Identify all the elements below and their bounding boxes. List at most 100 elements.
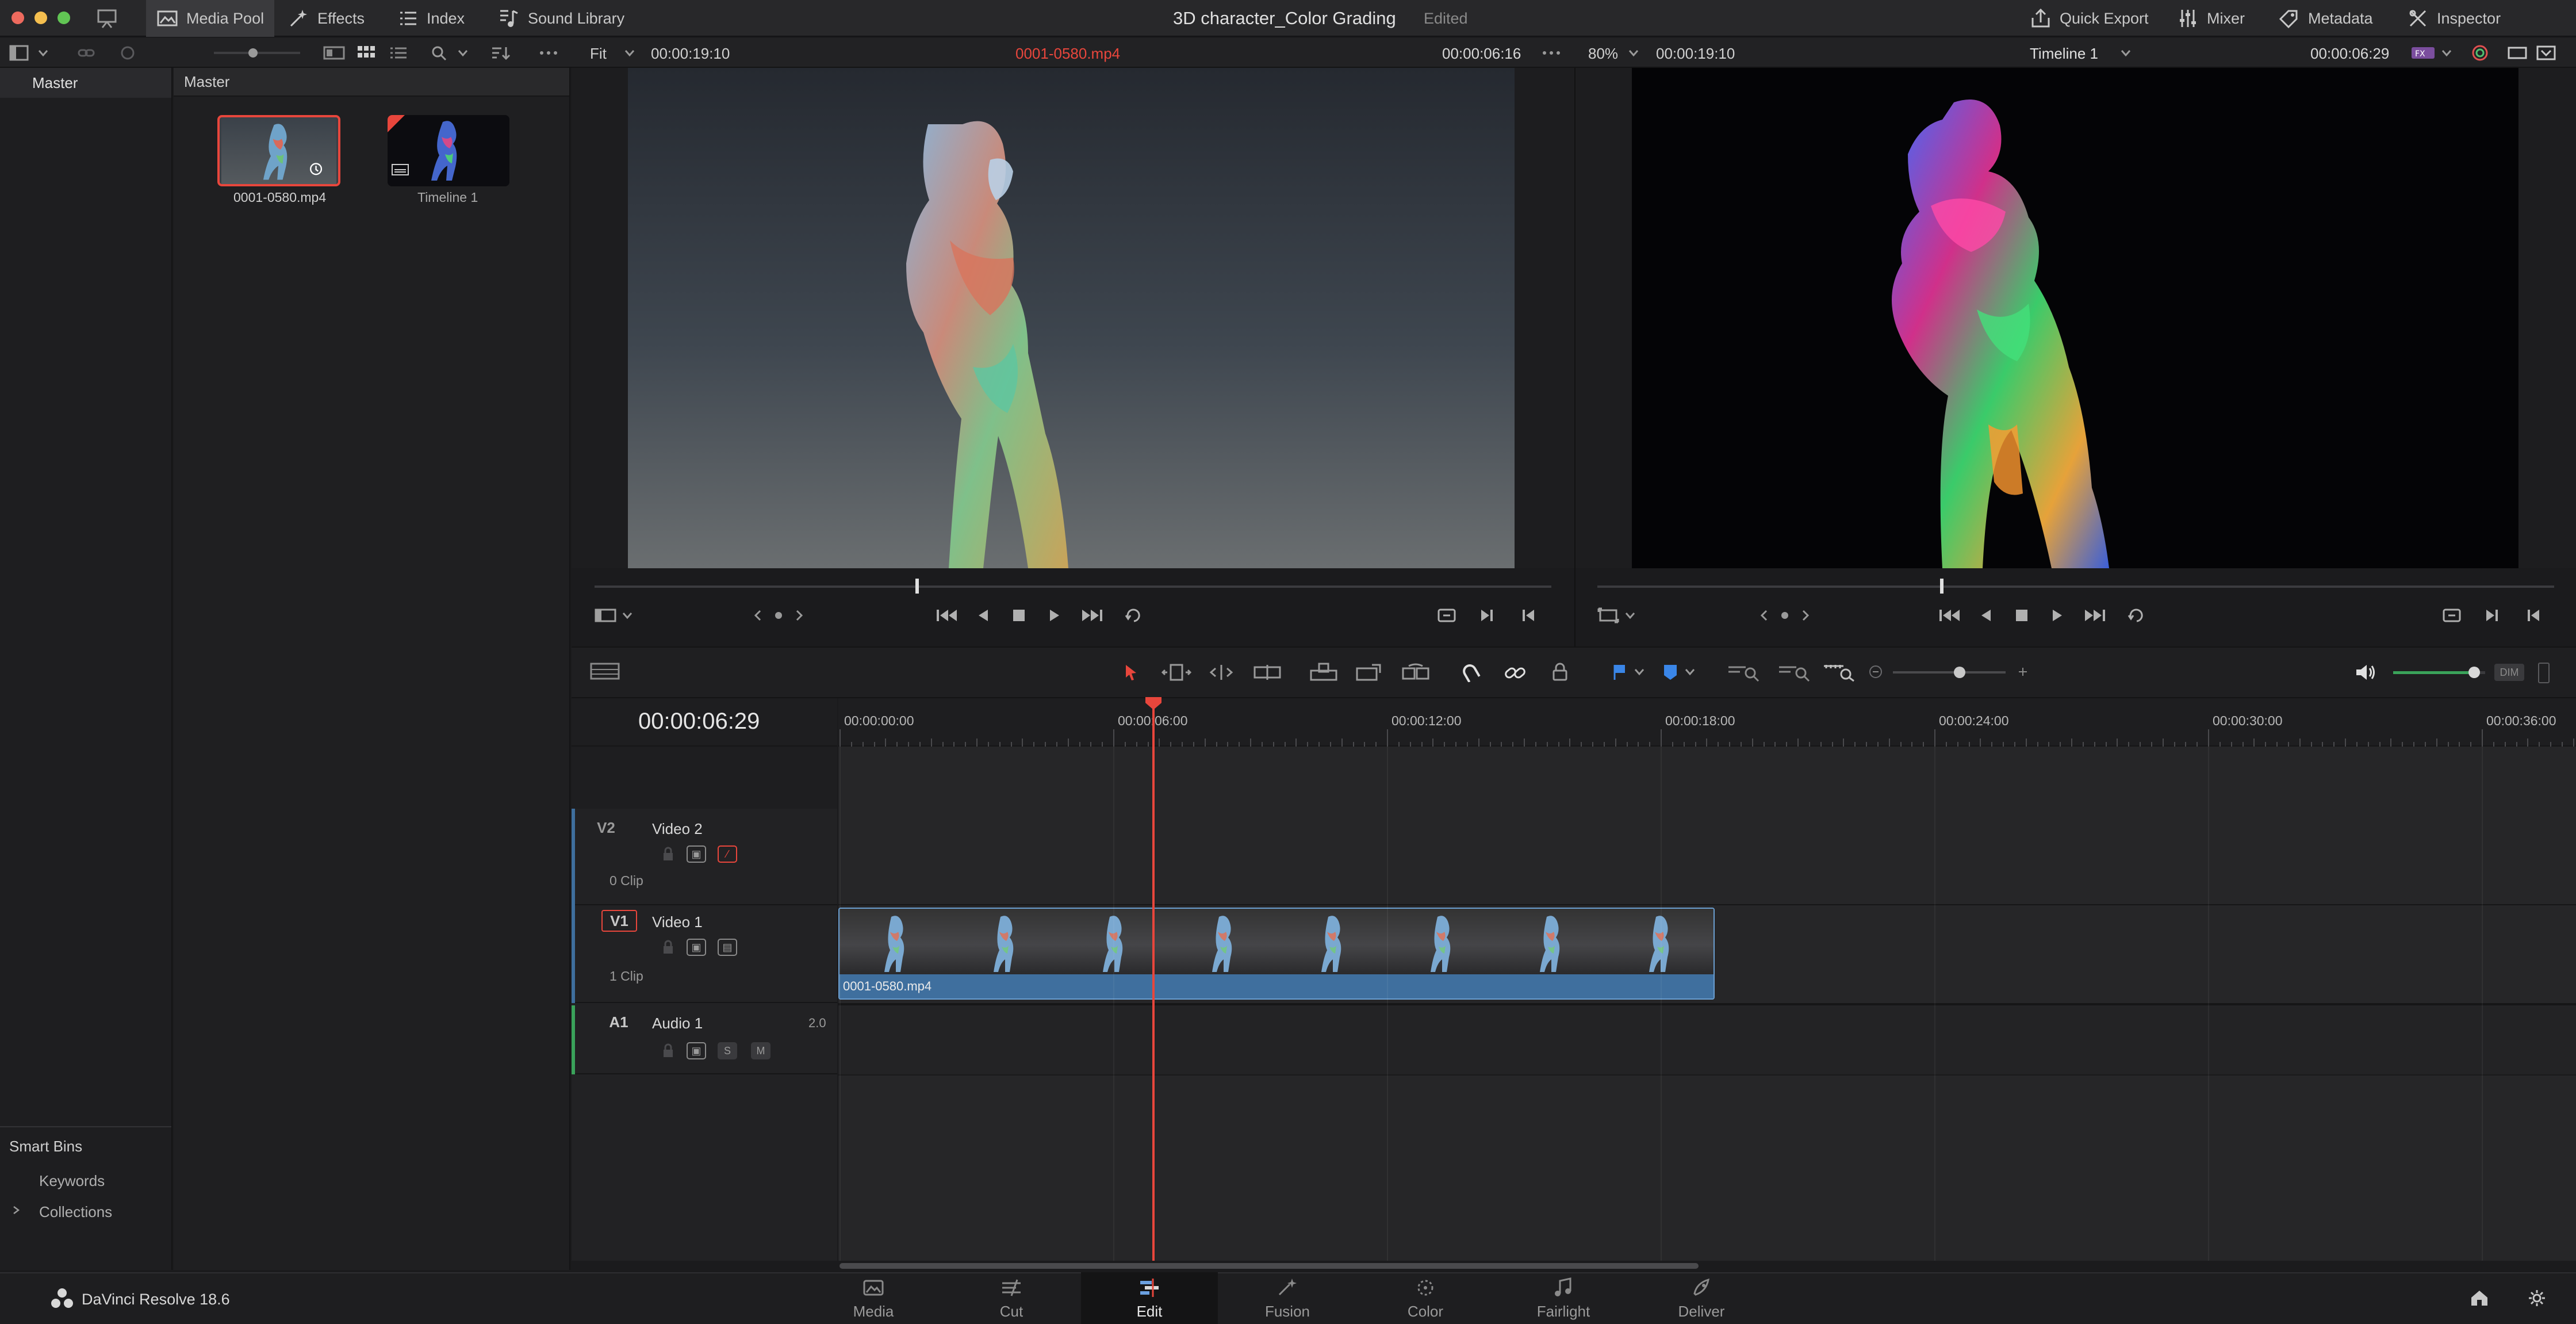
page-edit[interactable]: Edit — [1081, 1272, 1218, 1324]
presentation-icon[interactable] — [95, 8, 118, 29]
go-to-end-icon[interactable] — [2083, 606, 2107, 625]
track-name-a1[interactable]: Audio 1 — [652, 1015, 703, 1032]
dynamic-trim-icon[interactable] — [1206, 663, 1236, 682]
timeline-playhead[interactable] — [1152, 698, 1155, 1261]
quick-export-button[interactable]: Quick Export — [2030, 0, 2149, 37]
more-options-icon[interactable] — [538, 45, 559, 61]
smart-bin-collections[interactable]: Collections — [39, 1203, 112, 1221]
page-fusion[interactable]: Fusion — [1219, 1272, 1356, 1324]
mark-in-icon[interactable] — [1519, 606, 1538, 625]
zoom-out-icon[interactable] — [1869, 665, 1883, 679]
timeline-name-chevron-icon[interactable] — [2119, 47, 2132, 59]
flag-chevron-icon[interactable] — [1633, 666, 1646, 678]
mark-in-icon[interactable] — [2524, 606, 2543, 625]
audio-meter-toggle[interactable] — [2538, 663, 2550, 683]
source-zoom-chevron-icon[interactable] — [623, 47, 636, 59]
go-to-start-icon[interactable] — [1938, 606, 1962, 625]
zoom-full-icon[interactable] — [1727, 663, 1759, 682]
metadata-view-icon[interactable] — [323, 45, 345, 61]
stop-icon[interactable] — [1010, 606, 1028, 625]
linked-selection-icon[interactable] — [1503, 663, 1527, 682]
mixer-button[interactable]: Mixer — [2177, 0, 2245, 37]
safe-area-icon[interactable] — [595, 607, 616, 623]
source-more-options-icon[interactable] — [1541, 45, 1562, 61]
match-frame-icon[interactable] — [1436, 606, 1457, 625]
lock-icon[interactable] — [661, 845, 675, 863]
track-header-v1[interactable]: V1 Video 1 ▣ ▤ 1 Clip — [572, 905, 837, 1003]
snapping-icon[interactable] — [1459, 663, 1483, 682]
chevron-down-icon[interactable] — [621, 610, 634, 621]
page-deliver[interactable]: Deliver — [1633, 1272, 1770, 1324]
media-pool-button[interactable]: Media Pool — [146, 0, 275, 37]
jog-control-icon[interactable] — [753, 609, 804, 622]
source-viewer-image[interactable] — [628, 68, 1515, 568]
mute-button[interactable]: M — [751, 1042, 770, 1059]
media-item-timeline-name[interactable]: Timeline 1 — [417, 190, 478, 205]
page-cut[interactable]: Cut — [943, 1272, 1080, 1324]
bin-master[interactable]: Master — [0, 68, 171, 98]
inspector-button[interactable]: Inspector — [2407, 0, 2501, 37]
zoom-window-button[interactable] — [57, 12, 70, 24]
thumbnail-size-handle[interactable] — [248, 48, 258, 58]
page-color[interactable]: Color — [1357, 1272, 1494, 1324]
timeline-zoom-handle[interactable] — [1954, 667, 1965, 678]
auto-select-icon[interactable]: ▣ — [687, 1042, 706, 1059]
zoom-detail-icon[interactable] — [1778, 663, 1810, 682]
sidebar-toggle-icon[interactable] — [9, 45, 29, 61]
play-icon[interactable] — [2048, 606, 2067, 625]
smart-bin-keywords[interactable]: Keywords — [39, 1172, 105, 1190]
disable-video-icon[interactable]: ⁄ — [718, 845, 737, 863]
home-icon[interactable] — [2469, 1288, 2490, 1308]
playhead-handle[interactable] — [1144, 697, 1163, 711]
track-header-v2[interactable]: V2 Video 2 ▣ ⁄ 0 Clip — [572, 809, 837, 905]
selection-tool-icon[interactable] — [1122, 663, 1140, 682]
play-reverse-icon[interactable] — [974, 606, 992, 625]
mark-out-icon[interactable] — [1478, 606, 1496, 625]
chevron-right-icon[interactable] — [10, 1204, 22, 1216]
media-item-clip-thumbnail[interactable] — [217, 115, 340, 186]
metadata-button[interactable]: Metadata — [2278, 0, 2373, 37]
color-scope-icon[interactable] — [2470, 44, 2490, 62]
solo-button[interactable]: S — [718, 1042, 737, 1059]
zoom-in-icon[interactable] — [2016, 665, 2030, 679]
unlink-icon[interactable] — [118, 45, 137, 61]
replace-clip-icon[interactable] — [1401, 663, 1431, 682]
blade-tool-icon[interactable] — [1252, 663, 1282, 682]
timeline-clip-v1[interactable]: 0001-0580.mp4 — [838, 908, 1715, 1000]
track-name-v2[interactable]: Video 2 — [652, 820, 703, 838]
track-name-v1[interactable]: Video 1 — [652, 913, 703, 931]
loop-icon[interactable] — [2126, 606, 2147, 625]
track-id-v2[interactable]: V2 — [591, 817, 621, 839]
flag-icon[interactable] — [1611, 663, 1628, 682]
fx-chevron-icon[interactable] — [2440, 47, 2453, 59]
timeline-scrollbar-thumb[interactable] — [839, 1263, 1699, 1269]
zoom-custom-icon[interactable] — [1823, 663, 1855, 682]
timeline-zoom-slider[interactable] — [1893, 671, 2006, 674]
track-id-a1[interactable]: A1 — [604, 1011, 634, 1033]
marker-chevron-icon[interactable] — [1684, 666, 1696, 678]
track-header-a1[interactable]: A1 Audio 1 2.0 ▣ S M — [572, 1005, 837, 1074]
jog-control-icon[interactable] — [1759, 609, 1810, 622]
go-to-end-icon[interactable] — [1080, 606, 1104, 625]
overwrite-clip-icon[interactable] — [1355, 663, 1385, 682]
timeline-view-options-icon[interactable] — [590, 661, 620, 681]
video-enable-icon[interactable]: ▤ — [718, 939, 737, 956]
volume-handle[interactable] — [2468, 667, 2480, 678]
timeline-zoom-chevron-icon[interactable] — [1627, 47, 1640, 59]
track-id-v1[interactable]: V1 — [601, 910, 637, 932]
stop-icon[interactable] — [2012, 606, 2031, 625]
close-window-button[interactable] — [12, 12, 24, 24]
search-options-chevron-icon[interactable] — [457, 47, 469, 59]
source-zoom-label[interactable]: Fit — [590, 45, 607, 63]
effects-button[interactable]: Effects — [288, 0, 365, 37]
play-reverse-icon[interactable] — [1977, 606, 1995, 625]
chevron-down-icon[interactable] — [1624, 610, 1636, 621]
insert-clip-icon[interactable] — [1309, 663, 1339, 682]
timeline-current-timecode[interactable]: 00:00:06:29 — [638, 709, 760, 734]
sort-icon[interactable] — [490, 45, 512, 61]
go-to-start-icon[interactable] — [935, 606, 959, 625]
viewer-mode-icon[interactable] — [2507, 45, 2528, 61]
audio-track-lane[interactable] — [838, 1005, 2576, 1074]
media-item-clip-name[interactable]: 0001-0580.mp4 — [233, 190, 326, 205]
timeline-ruler[interactable]: 00:00:00:0000:00:06:0000:00:12:0000:00:1… — [838, 698, 2576, 747]
